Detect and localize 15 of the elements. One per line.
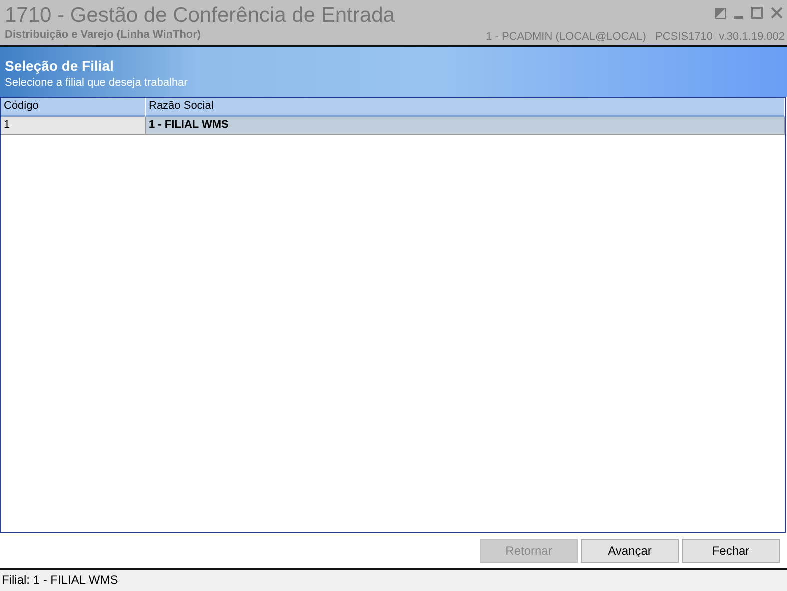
restore-icon[interactable] bbox=[715, 8, 726, 18]
window-title: 1710 - Gestão de Conferência de Entrada bbox=[5, 4, 395, 28]
status-text: Filial: 1 - FILIAL WMS bbox=[2, 573, 118, 587]
close-icon[interactable] bbox=[771, 7, 783, 19]
dialog-button[interactable]: Fechar bbox=[682, 539, 780, 563]
section-description: Selecione a filial que deseja trabalhar bbox=[5, 76, 189, 91]
dialog-button[interactable]: Avançar bbox=[581, 539, 679, 563]
table-cell[interactable]: 1 - FILIAL WMS bbox=[146, 117, 785, 135]
session-info: 1 - PCADMIN (LOCAL@LOCAL) PCSIS1710 v.30.1.19.002 bbox=[486, 31, 785, 43]
column-header[interactable]: Razão Social bbox=[146, 98, 785, 117]
section-title: Seleção de Filial bbox=[5, 57, 115, 75]
maximize-icon[interactable] bbox=[751, 7, 763, 19]
column-header[interactable]: Código bbox=[1, 98, 146, 117]
table-cell[interactable]: 1 bbox=[1, 117, 146, 135]
window-subtitle: Distribuição e Varejo (Linha WinThor) bbox=[5, 28, 202, 42]
